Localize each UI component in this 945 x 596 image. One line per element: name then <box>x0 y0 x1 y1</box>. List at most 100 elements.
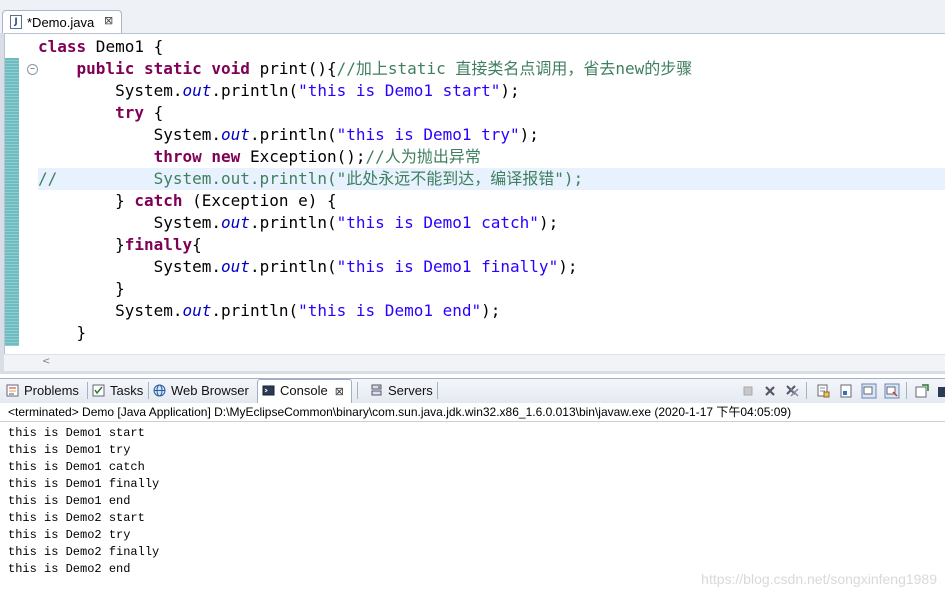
toolbar-divider <box>906 382 907 399</box>
tab-tasks[interactable]: Tasks <box>92 380 143 402</box>
code-line[interactable]: public static void print(){//加上static 直接… <box>38 58 945 80</box>
code-token: Demo1 { <box>86 37 164 56</box>
console-view: Problems Tasks Web Browser Console ⊠ Serv… <box>0 378 945 596</box>
code-token: catch <box>134 191 183 210</box>
code-token: class <box>38 37 87 56</box>
globe-icon <box>153 382 166 397</box>
code-line[interactable]: System.out.println("this is Demo1 end"); <box>38 300 945 322</box>
horizontal-scrollbar[interactable]: < <box>4 354 945 371</box>
editor-tab-demo-java[interactable]: J *Demo.java ⊠ <box>2 10 122 33</box>
tab-problems[interactable]: Problems <box>6 380 79 402</box>
console-output-line: this is Demo1 catch <box>8 460 145 474</box>
view-tab-bar: Problems Tasks Web Browser Console ⊠ Serv… <box>0 378 945 404</box>
tab-console[interactable]: Console ⊠ <box>257 379 352 403</box>
code-token: .println( <box>211 81 299 100</box>
code-token: System. <box>38 257 222 276</box>
code-token: try <box>115 103 144 122</box>
code-token: out <box>182 301 212 320</box>
code-token: out <box>221 125 250 144</box>
code-token: ); <box>519 125 539 144</box>
code-token: (Exception e) { <box>182 191 337 210</box>
code-token: } <box>38 323 87 342</box>
console-output-line: this is Demo1 start <box>8 426 145 440</box>
close-icon[interactable]: ⊠ <box>104 14 113 27</box>
code-token: finally <box>124 235 193 254</box>
problems-icon <box>6 382 19 397</box>
remove-launch-icon[interactable] <box>762 383 778 399</box>
code-line[interactable]: // System.out.println("此处永远不能到达，编译报错"); <box>38 168 945 190</box>
code-token: ); <box>481 301 501 320</box>
scroll-lock-icon[interactable] <box>815 383 831 399</box>
code-token: System. <box>38 213 222 232</box>
watermark: https://blog.csdn.net/songxinfeng1989 <box>701 571 937 587</box>
code-token: Exception(); <box>240 147 366 166</box>
code-line[interactable]: System.out.println("this is Demo1 try"); <box>38 124 945 146</box>
code-token: "this is Demo1 catch" <box>336 213 539 232</box>
code-token: out <box>221 257 250 276</box>
quick-diff-ruler <box>5 58 19 346</box>
code-line[interactable]: }finally{ <box>38 234 945 256</box>
console-output-line: this is Demo2 start <box>8 511 145 525</box>
servers-icon <box>370 382 383 396</box>
code-token: public <box>76 59 135 78</box>
code-token: } <box>38 191 135 210</box>
code-line[interactable]: System.out.println("this is Demo1 start"… <box>38 80 945 102</box>
tab-label: Tasks <box>110 383 144 398</box>
code-text[interactable]: class Demo1 { public static void print()… <box>38 36 945 344</box>
code-line[interactable]: throw new Exception();//人为抛出异常 <box>38 146 945 168</box>
open-console-icon[interactable] <box>936 383 945 399</box>
code-token: System. <box>38 125 222 144</box>
code-token: .println( <box>249 125 337 144</box>
code-token: "this is Demo1 start" <box>298 81 501 100</box>
code-line[interactable]: System.out.println("this is Demo1 finall… <box>38 256 945 278</box>
show-on-error-icon[interactable] <box>884 383 900 399</box>
code-line[interactable]: System.out.println("this is Demo1 catch"… <box>38 212 945 234</box>
console-output-line: this is Demo1 try <box>8 443 131 457</box>
fold-collapse-icon[interactable]: − <box>27 64 38 75</box>
tab-divider <box>87 382 88 399</box>
console-output-line: this is Demo2 finally <box>8 545 160 559</box>
scroll-left-icon[interactable]: < <box>42 356 50 367</box>
console-output-line: this is Demo1 end <box>8 494 131 508</box>
close-icon[interactable]: ⊠ <box>335 386 344 398</box>
code-token: throw <box>153 147 202 166</box>
code-token: static <box>143 59 202 78</box>
code-token: ); <box>558 257 578 276</box>
console-output-line: this is Demo1 finally <box>8 477 160 491</box>
code-token: out <box>182 81 212 100</box>
code-token: } <box>38 279 125 298</box>
code-token: "this is Demo1 try" <box>336 125 520 144</box>
show-on-output-icon[interactable] <box>861 383 877 399</box>
tab-divider <box>357 382 358 399</box>
console-output-line: this is Demo2 try <box>8 528 131 542</box>
code-line[interactable]: class Demo1 { <box>38 36 945 58</box>
tab-divider <box>437 382 438 399</box>
code-token: { <box>192 235 202 254</box>
code-line[interactable]: } <box>38 322 945 344</box>
code-token: print(){ <box>249 59 337 78</box>
code-line[interactable]: } catch (Exception e) { <box>38 190 945 212</box>
code-line[interactable]: try { <box>38 102 945 124</box>
tab-servers[interactable]: Servers <box>370 380 433 402</box>
code-token: ); <box>500 81 520 100</box>
code-token: { <box>143 103 164 122</box>
remove-all-terminated-icon[interactable] <box>784 383 800 399</box>
code-token: .println( <box>249 213 337 232</box>
editor-tab-bar: J *Demo.java ⊠ <box>0 0 945 33</box>
tab-label: Servers <box>388 383 433 398</box>
pin-console-icon[interactable] <box>838 383 854 399</box>
tab-label: Console <box>280 383 328 398</box>
display-selected-console-icon[interactable] <box>914 383 930 399</box>
code-line[interactable]: } <box>38 278 945 300</box>
tab-web-browser[interactable]: Web Browser <box>153 380 249 402</box>
code-token: System. <box>38 81 183 100</box>
terminate-icon[interactable] <box>740 383 756 399</box>
code-editor[interactable]: − class Demo1 { public static void print… <box>4 33 945 355</box>
process-label: <terminated> Demo [Java Application] D:\… <box>8 405 792 419</box>
console-output[interactable]: this is Demo1 start this is Demo1 try this… <box>8 425 938 578</box>
code-token: //人为抛出异常 <box>365 147 481 166</box>
